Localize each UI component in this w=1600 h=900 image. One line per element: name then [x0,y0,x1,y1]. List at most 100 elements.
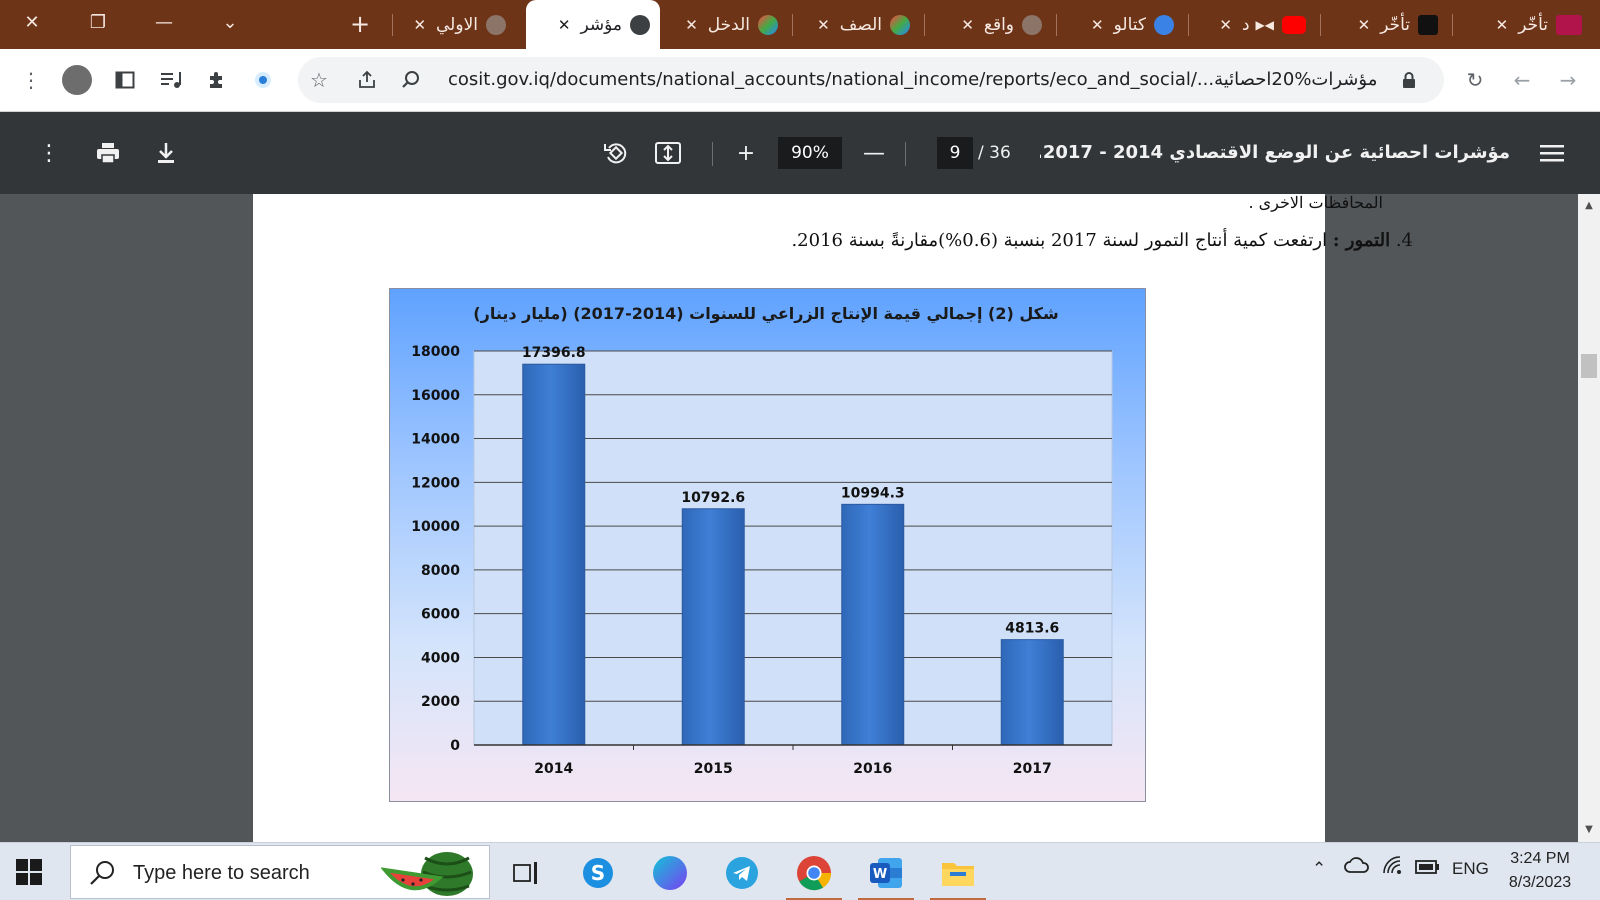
windows-taskbar: Type here to search S W ⌃ ENG 3:24 PM 8/… [0,842,1600,900]
task-view-icon[interactable] [504,851,548,895]
data-label: 10994.3 [841,485,905,501]
tab-divider [392,14,393,36]
y-tick-label: 18000 [411,344,460,360]
tab-divider [1320,14,1321,36]
word-icon[interactable]: W [858,851,914,900]
profile-avatar[interactable] [62,65,92,95]
tab-close-icon[interactable]: ✕ [558,16,571,34]
share-icon[interactable] [350,63,384,97]
tray-chevron-up-icon[interactable]: ⌃ [1312,859,1326,879]
extension-eye-icon[interactable] [246,63,280,97]
tab-title: الاولي [436,15,478,35]
clock-date: 8/3/2023 [1508,874,1572,891]
scroll-down-arrow-icon[interactable]: ▼ [1578,820,1600,840]
url-text[interactable]: cosit.gov.iq/documents/national_accounts… [448,57,1392,103]
tab-divider [1188,14,1189,36]
data-label: 17396.8 [522,345,586,361]
globe-blue-icon [1154,15,1174,35]
skype-icon[interactable]: S [576,851,620,895]
tab[interactable]: الدخل ✕ [664,6,788,44]
y-tick-label: 10000 [411,519,460,535]
search-icon [90,861,114,885]
joomla-icon [890,15,910,35]
y-tick-label: 16000 [411,388,460,404]
toolbar-divider [905,142,906,166]
canva-icon[interactable] [648,851,692,895]
tab-close-icon[interactable]: ✕ [1496,16,1509,34]
tab-search-chevron-icon[interactable]: ⌄ [198,0,262,44]
tab-title: كتالو [1113,15,1146,35]
tab-close-icon[interactable]: ✕ [817,16,830,34]
onedrive-cloud-icon[interactable] [1344,855,1370,880]
wifi-icon[interactable] [1382,855,1406,882]
zoom-in-icon[interactable]: + [728,135,764,171]
tab-divider [924,14,925,36]
tab-close-icon[interactable]: ✕ [1358,16,1371,34]
scroll-thumb[interactable] [1581,354,1597,378]
data-label: 10792.6 [681,490,745,506]
new-tab-button[interactable]: + [344,8,376,40]
tab-title: الدخل [707,15,750,35]
close-window-icon[interactable]: ✕ [0,0,64,44]
forward-arrow-icon[interactable]: → [1551,63,1585,97]
restore-window-icon[interactable]: ❐ [66,0,130,44]
tab-close-icon[interactable]: ✕ [685,16,698,34]
tab-close-icon[interactable]: ✕ [961,16,974,34]
vertical-scrollbar[interactable]: ▲ ▼ [1578,194,1600,842]
audio-playing-icon[interactable]: ◀▶ [1256,18,1274,32]
chrome-icon[interactable] [786,851,842,900]
more-menu-icon[interactable]: ⋮ [14,63,48,97]
zoom-out-icon[interactable]: — [856,135,892,171]
tab[interactable]: الصف ✕ [796,6,920,44]
taskbar-search-box[interactable]: Type here to search [70,845,490,899]
extensions-icon[interactable] [200,63,234,97]
minimize-window-icon[interactable]: — [132,0,196,44]
address-bar[interactable]: ☆ cosit.gov.iq/documents/national_accoun… [298,57,1444,103]
zoom-level-input[interactable]: 90% [778,137,842,169]
tab-close-icon[interactable]: ✕ [413,16,426,34]
battery-icon[interactable] [1414,855,1442,882]
y-tick-label: 6000 [421,607,460,623]
tab-close-icon[interactable]: ✕ [1219,16,1232,34]
pdf-toolbar: ⋮ + 90% — 9 / 36 مؤشرات احصائية عن الوضع… [0,112,1600,194]
fit-page-icon[interactable] [650,135,686,171]
reload-icon[interactable]: ↻ [1458,63,1492,97]
tab-title: الصف [839,15,882,35]
tab[interactable]: واقع ✕ [928,6,1052,44]
telegram-icon[interactable] [720,851,764,895]
chart-title: شكل (2) إجمالي قيمة الإنتاج الزراعي للسن… [473,304,1058,324]
y-tick-label: 14000 [411,432,460,448]
tab-title: مؤشر [580,14,622,35]
tab[interactable]: تأخّر ✕ [1324,6,1448,44]
tab[interactable]: تأخّر ✕ [1456,6,1592,44]
bar-chart: شكل (2) إجمالي قيمة الإنتاج الزراعي للسن… [389,288,1146,802]
tab-divider [1452,14,1453,36]
bookmark-star-icon[interactable]: ☆ [302,63,336,97]
back-arrow-icon[interactable]: ← [1505,63,1539,97]
page-number-input[interactable]: 9 [937,137,973,169]
tab-close-icon[interactable]: ✕ [1091,16,1104,34]
lock-icon[interactable] [1392,63,1426,97]
language-indicator[interactable]: ENG [1452,859,1489,879]
tab-active[interactable]: مؤشر ✕ [526,0,660,49]
download-icon[interactable] [148,135,184,171]
tab[interactable]: ◀▶ د ✕ [1192,6,1316,44]
system-clock[interactable]: 3:24 PM 8/3/2023 [1490,847,1590,895]
bird-icon [1418,15,1438,35]
pdf-more-icon[interactable]: ⋮ [31,135,67,171]
media-control-icon[interactable] [154,63,188,97]
print-icon[interactable] [90,135,126,171]
tab-title: واقع [983,15,1014,35]
hamburger-menu-icon[interactable] [1534,135,1570,171]
file-explorer-icon[interactable] [930,851,986,900]
bar [841,503,905,746]
rotate-icon[interactable] [598,135,634,171]
scroll-up-arrow-icon[interactable]: ▲ [1578,196,1600,216]
windows-start-icon[interactable] [14,857,44,887]
side-panel-icon[interactable] [108,63,142,97]
pdf-viewer[interactable]: المحافظات الاخرى . 4. التمور : ارتفعت كم… [0,194,1600,842]
tab[interactable]: الاولي ✕ [398,6,516,44]
tab[interactable]: كتالو ✕ [1060,6,1184,44]
y-tick-label: 12000 [411,475,460,491]
data-label: 4813.6 [1005,621,1059,637]
